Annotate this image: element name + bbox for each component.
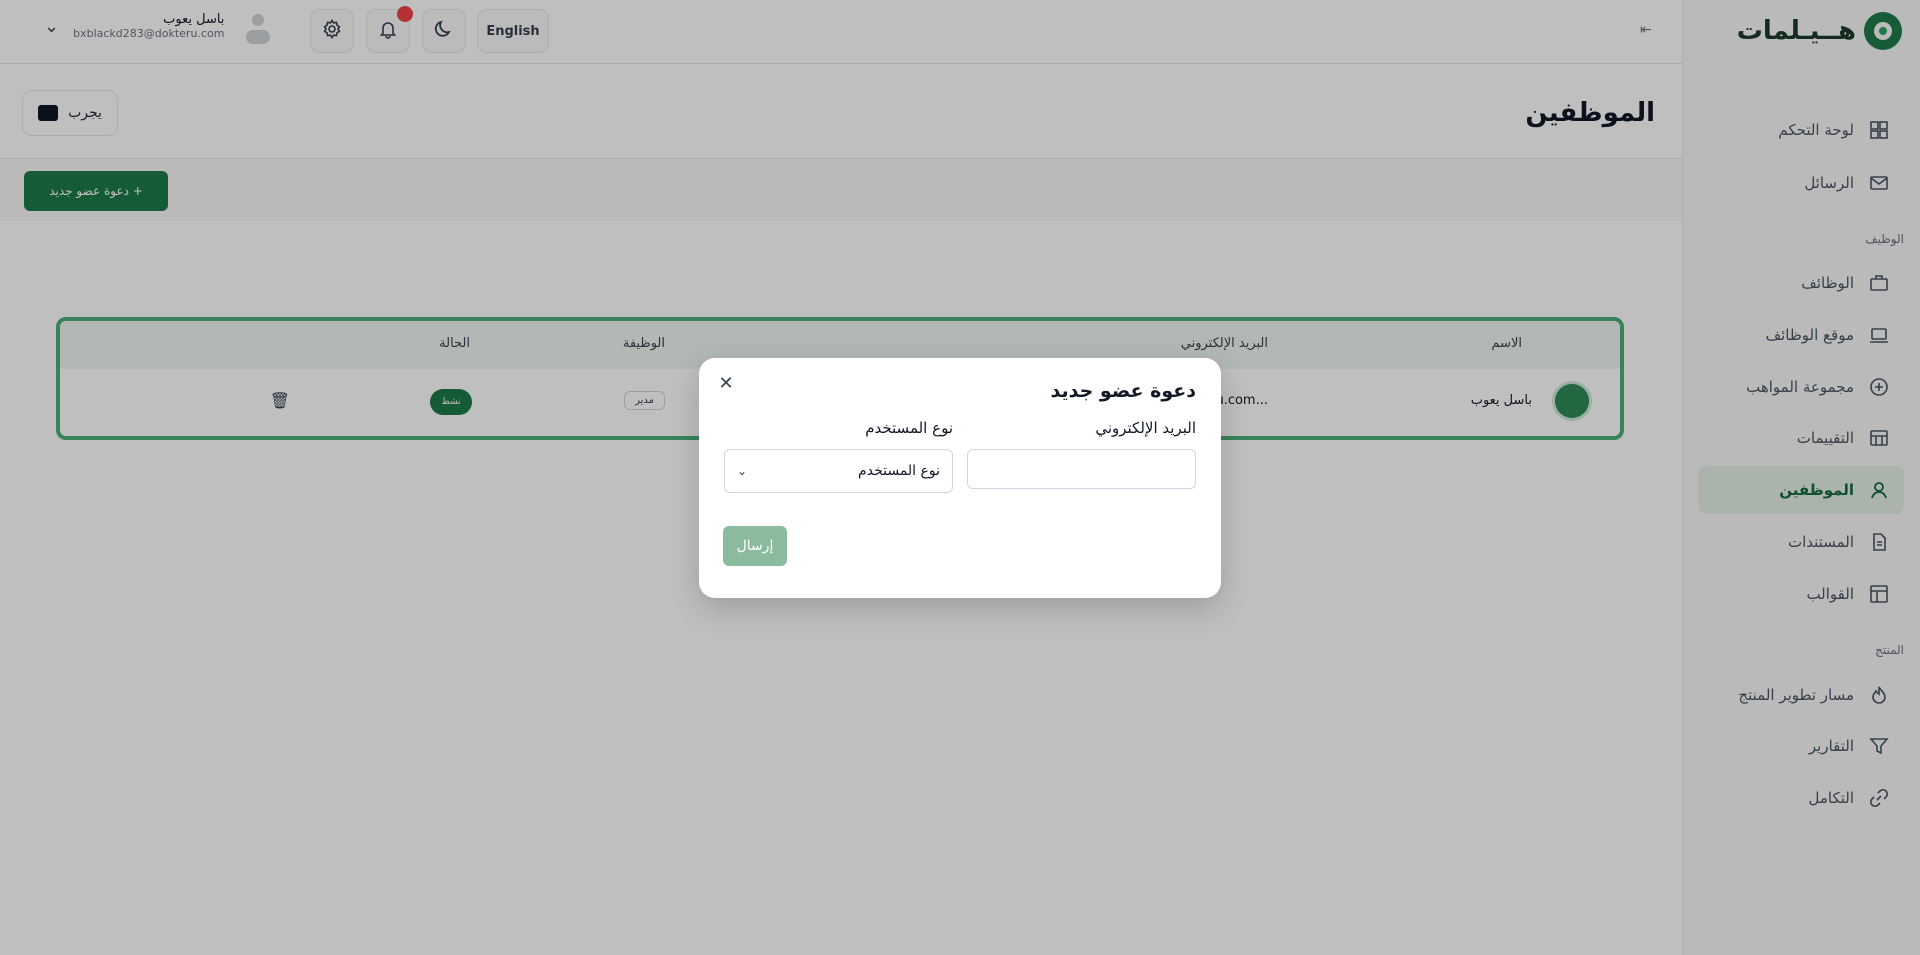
- send-button[interactable]: إرسال: [723, 526, 787, 566]
- email-field[interactable]: [967, 449, 1196, 489]
- user-type-select[interactable]: نوع المستخدم ⌄: [724, 449, 953, 493]
- user-type-label: نوع المستخدم: [865, 419, 953, 437]
- modal-title: دعوة عضو جديد: [1050, 380, 1196, 402]
- user-type-value: نوع المستخدم: [858, 463, 940, 479]
- chevron-down-icon: ⌄: [737, 464, 748, 478]
- invite-member-modal: دعوة عضو جديد ✕ البريد الإلكتروني نوع ال…: [699, 358, 1221, 598]
- email-label: البريد الإلكتروني: [1095, 419, 1196, 437]
- close-icon[interactable]: ✕: [715, 372, 737, 394]
